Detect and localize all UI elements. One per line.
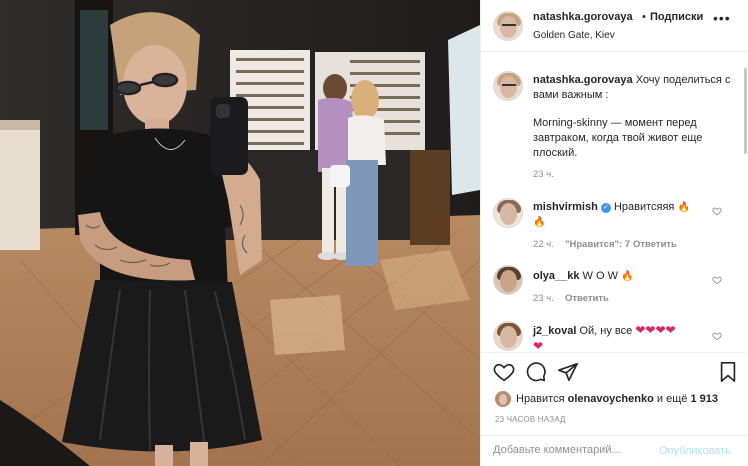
comment-likes[interactable]: "Нравится": 7 [565,239,630,250]
comment-item: olya__kk W O W 🔥 [533,269,723,284]
add-comment-input[interactable] [493,444,651,456]
comment-like-heart-icon[interactable] [712,331,722,341]
post-header: natashka.gorovaya • Подписки Golden Gate… [481,0,748,52]
add-comment-bar: Опубликовать [481,435,748,466]
comment-avatar[interactable] [493,265,523,295]
reply-button[interactable]: Ответить [633,239,677,250]
comment-avatar[interactable] [493,198,523,228]
red-heart-emoji-icon: ❤ [533,339,544,351]
likes-suffix: и ещё [656,393,688,405]
comment-time[interactable]: 23 ч. [533,293,554,304]
comment-username[interactable]: mishvirmish [533,201,598,213]
more-horizontal-icon[interactable]: ••• [713,10,731,26]
avatar[interactable] [493,11,523,41]
red-heart-emoji-icon: ❤❤❤❤ [635,323,676,337]
comment-time[interactable]: 22 ч. [533,239,554,250]
caption-time[interactable]: 23 ч. [533,169,554,180]
comment-icon[interactable] [525,361,547,383]
comment-like-heart-icon[interactable] [712,275,722,285]
likes-prefix: Нравится [516,393,565,405]
heart-icon[interactable] [493,361,515,383]
caption-avatar[interactable] [493,71,523,101]
likes-count[interactable]: 1 913 [690,393,718,405]
caption-username[interactable]: natashka.gorovaya [533,74,633,86]
post-details-panel: natashka.gorovaya • Подписки Golden Gate… [480,0,748,466]
comment-text: Нравитсяяя [613,201,675,213]
post-photo[interactable] [0,0,480,466]
paper-plane-icon[interactable] [557,361,579,383]
liker-username[interactable]: olenavoychenko [568,393,654,405]
liker-avatar[interactable] [495,391,511,407]
following-button[interactable]: Подписки [650,11,703,23]
comment-item: mishvirmish ✓ Нравитсяяя 🔥 🔥 [533,200,723,230]
bookmark-icon[interactable] [717,361,739,383]
caption: natashka.gorovaya Хочу поделиться с вами… [533,73,738,103]
comment-username[interactable]: olya__kk [533,270,579,282]
comment-like-heart-icon[interactable] [712,206,722,216]
author-username[interactable]: natashka.gorovaya [533,11,633,23]
post-actions: Нравится olenavoychenko и ещё 1 913 23 Ч… [481,352,748,462]
reply-button[interactable]: Ответить [565,293,609,304]
separator-dot: • [642,11,646,23]
post-time-ago[interactable]: 23 ЧАСОВ НАЗАД [495,415,566,424]
comment-text: Ой, ну все [579,325,633,337]
fire-emoji-icon: 🔥 [677,202,690,213]
verified-badge-icon: ✓ [600,203,611,213]
comment-item: j2_koval Ой, ну все ❤❤❤❤ ❤ [533,323,711,351]
comment-text: W O W [582,270,618,282]
scrollbar[interactable] [744,68,747,154]
location-link[interactable]: Golden Gate, Kiev [533,30,615,41]
comment-avatar[interactable] [493,321,523,351]
mirror-selfie-image [0,0,480,466]
comments-list[interactable]: natashka.gorovaya Хочу поделиться с вами… [481,53,748,351]
comment-username[interactable]: j2_koval [533,325,576,337]
caption-body: Morning-skinny — момент перед завтраком,… [533,117,703,159]
publish-button[interactable]: Опубликовать [659,445,731,457]
fire-emoji-icon: 🔥 [621,271,634,282]
fire-emoji-icon: 🔥 [533,217,546,228]
